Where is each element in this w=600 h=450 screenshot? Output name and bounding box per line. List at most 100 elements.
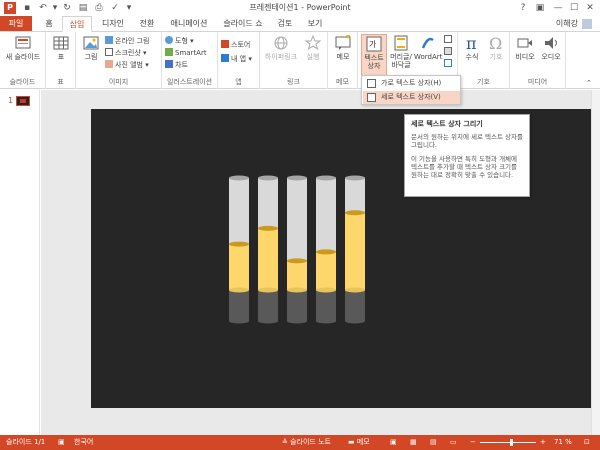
tab-file[interactable]: 파일 (0, 16, 32, 32)
cylinder-fill-bottom (345, 287, 365, 293)
slideshow-view-icon[interactable]: ▭ (450, 435, 457, 450)
object-icon (444, 59, 452, 67)
tab-transitions[interactable]: 전환 (134, 16, 160, 32)
help-icon[interactable]: ? (515, 1, 531, 15)
photo-album-label: 사진 앨범 (115, 61, 143, 69)
ribbon-options-icon[interactable]: ▣ (532, 1, 548, 15)
tab-design[interactable]: 디자인 (96, 16, 130, 32)
object-button[interactable] (444, 59, 454, 69)
slide-thumbnail[interactable] (16, 96, 30, 106)
wordart-label: WordArt (414, 53, 443, 61)
shapes-button[interactable]: 도형 ▾ (165, 36, 194, 46)
horizontal-textbox-label: 가로 텍스트 상자(H) (381, 79, 442, 87)
picture-button[interactable]: 그림 (80, 34, 102, 61)
tab-view[interactable]: 보기 (302, 16, 328, 32)
vertical-textbox-icon (367, 93, 376, 102)
status-bar: 슬라이드 1/1 ▣ 한국어 ≙ 슬라이드 노트 ▬ 메모 ▣ ▦ ▤ ▭ − … (0, 435, 600, 450)
maximize-icon[interactable]: ☐ (566, 1, 582, 15)
cylinder-fill (345, 212, 365, 290)
new-slide-button[interactable]: 새 슬라이드 (2, 34, 44, 61)
online-picture-label: 온라인 그림 (115, 37, 150, 45)
cylinder-fill-top (316, 249, 336, 255)
date-time-icon (444, 35, 452, 43)
smartart-button[interactable]: SmartArt (165, 48, 207, 58)
video-icon (517, 38, 532, 48)
textbox-button[interactable]: 가 텍스트 상자 (361, 34, 387, 76)
my-apps-label: 내 앱 (231, 55, 247, 63)
tab-review[interactable]: 검토 (272, 16, 298, 32)
cylinder-top (258, 175, 278, 181)
slide-number-button[interactable] (444, 47, 454, 57)
normal-view-icon[interactable]: ▣ (390, 435, 397, 450)
video-button[interactable]: 비디오 (512, 34, 538, 61)
slide-number-icon (444, 47, 452, 55)
new-slide-label: 새 슬라이드 (5, 53, 41, 61)
vertical-scrollbar[interactable] (591, 90, 600, 435)
tab-insert[interactable]: 삽입 (62, 16, 92, 32)
fit-to-window-icon[interactable]: ⊡ (584, 435, 590, 450)
language[interactable]: 한국어 (74, 435, 93, 450)
comment-label: 메모 (336, 53, 350, 61)
smartart-label: SmartArt (175, 49, 207, 57)
header-footer-button[interactable]: 머리글/ 바닥글 (388, 34, 414, 69)
photo-album-button[interactable]: 사진 앨범 ▾ (105, 60, 149, 70)
close-icon[interactable]: ✕ (582, 1, 598, 15)
shapes-label: 도형 (175, 37, 188, 45)
chart-button[interactable]: 차트 (165, 60, 188, 70)
cylinder-base-bottom (345, 318, 365, 324)
my-apps-icon (221, 54, 229, 62)
minimize-icon[interactable]: — (550, 1, 566, 15)
svg-text:π: π (466, 34, 477, 52)
zoom-out-icon[interactable]: − (470, 435, 476, 450)
tab-home[interactable]: 홈 (38, 16, 60, 32)
reading-view-icon[interactable]: ▤ (430, 435, 437, 450)
speaker-icon (545, 37, 557, 49)
my-apps-button[interactable]: 내 앱 ▾ (221, 54, 252, 64)
user-name[interactable]: 이해강 (556, 16, 578, 32)
equation-button[interactable]: π 수식 (460, 34, 484, 61)
wordart-button[interactable]: WordArt (414, 34, 442, 61)
comments-button[interactable]: ▬ 메모 (348, 435, 370, 450)
collapse-ribbon-icon[interactable]: ⌃ (586, 78, 592, 88)
smartart-icon (165, 48, 173, 56)
audio-label: 오디오 (541, 53, 561, 61)
online-picture-button[interactable]: 온라인 그림 (105, 36, 149, 46)
avatar[interactable] (582, 19, 592, 29)
symbol-omega-icon: Ω (489, 34, 502, 52)
cylinder-fill (258, 228, 278, 290)
ribbon: 새 슬라이드 슬라이드 표 표 그림 온라인 그림 스크린샷 ▾ 사진 앨범 ▾… (0, 31, 600, 89)
store-button[interactable]: 스토어 (221, 40, 250, 50)
zoom-level[interactable]: 71 % (554, 435, 572, 450)
action-button[interactable]: 실행 (302, 34, 324, 61)
horizontal-textbox-item[interactable]: 가로 텍스트 상자(H) (363, 77, 460, 90)
proofing-icon[interactable]: ▣ (58, 435, 65, 450)
group-label-tables: 표 (57, 78, 64, 86)
table-button[interactable]: 표 (50, 34, 72, 61)
audio-button[interactable]: 오디오 (538, 34, 564, 61)
date-time-button[interactable] (444, 35, 454, 45)
zoom-slider-thumb[interactable] (509, 439, 513, 446)
slide-sorter-icon[interactable]: ▦ (410, 435, 417, 450)
cylinder-fill (316, 251, 336, 290)
zoom-slider-track[interactable] (480, 442, 536, 443)
comment-button[interactable]: 메모 (332, 34, 354, 61)
zoom-in-icon[interactable]: + (540, 435, 546, 450)
comments-label: 메모 (356, 438, 370, 446)
symbol-button[interactable]: Ω 기호 (484, 34, 508, 61)
group-label-links: 링크 (287, 78, 300, 86)
tab-animations[interactable]: 애니메이션 (164, 16, 214, 32)
tab-slideshow[interactable]: 슬라이드 쇼 (218, 16, 268, 32)
screenshot-label: 스크린샷 (115, 49, 141, 57)
cylinder-top (345, 175, 365, 181)
group-label-symbols: 기호 (477, 78, 490, 86)
group-apps: 스토어 내 앱 ▾ 앱 (218, 32, 260, 89)
svg-text:가: 가 (369, 40, 377, 49)
vertical-textbox-item[interactable]: 세로 텍스트 상자(V) (363, 91, 460, 104)
shapes-icon (165, 36, 173, 44)
hyperlink-button[interactable]: 하이퍼링크 (262, 34, 300, 61)
group-links: 하이퍼링크 실행 링크 (260, 32, 328, 89)
screenshot-button[interactable]: 스크린샷 ▾ (105, 48, 147, 58)
cylinder-fill-bottom (287, 287, 307, 293)
tooltip-body-1: 문서의 원하는 위치에 세로 텍스트 상자를 그립니다. (411, 133, 523, 149)
notes-button[interactable]: ≙ 슬라이드 노트 (282, 435, 331, 450)
